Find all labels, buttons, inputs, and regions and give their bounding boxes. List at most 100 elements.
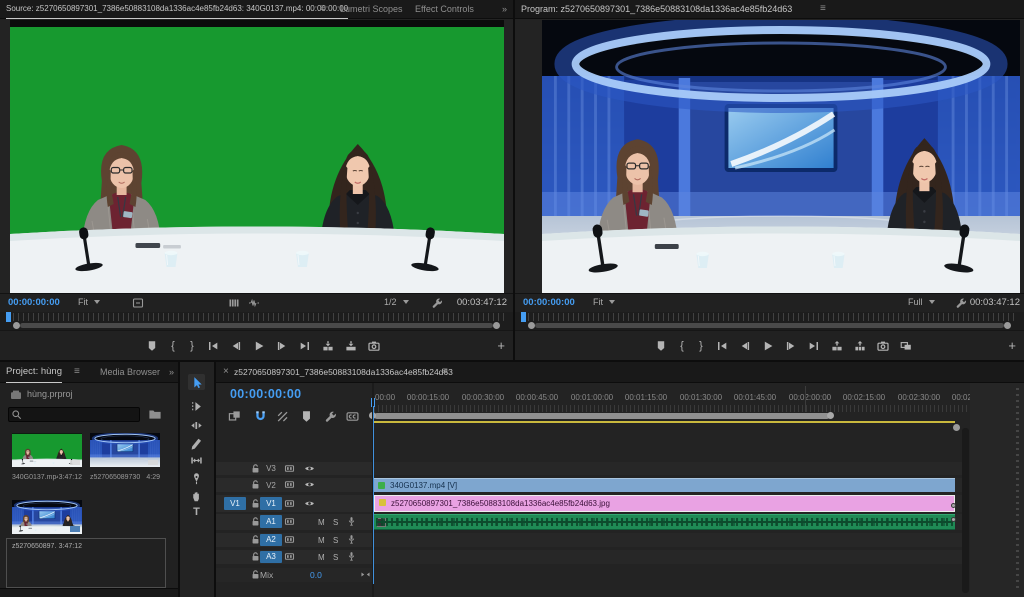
lift-icon[interactable] [831,340,843,352]
tab-source[interactable]: Source: z5270650897301_7386e50883108da13… [6,0,348,19]
step-back-icon[interactable] [230,340,242,352]
sync-lock-icon[interactable] [284,479,295,490]
sync-lock-icon[interactable] [284,463,295,474]
track-target-a3[interactable]: A3 [260,551,282,563]
tool-hand[interactable] [188,488,205,504]
snap-magnet-icon[interactable] [254,410,267,423]
timeline-zoom-scrollbar[interactable] [374,413,830,419]
program-zoom-select[interactable]: Fit [593,297,615,307]
timeline-ruler-ticks[interactable] [374,405,1020,412]
nest-toggle-icon[interactable] [228,410,241,423]
track-target-v1[interactable]: V1 [260,497,282,510]
tool-slip[interactable] [188,452,205,468]
eye-icon[interactable] [304,498,315,509]
tab-sequence[interactable]: z5270650897301_7386e50883108da1336ac4e85… [234,362,453,382]
timeline-panel-menu-icon[interactable]: ≡ [442,362,448,382]
source-tab-overflow-icon[interactable]: » [502,0,507,18]
program-zoom-handle-left[interactable] [528,322,535,329]
mute-button[interactable]: M [318,553,325,562]
overwrite-icon[interactable] [345,340,357,352]
mark-out-button[interactable]: } [697,340,705,352]
go-to-out-icon[interactable] [808,340,820,352]
timeline-settings-wrench-icon[interactable] [324,410,337,423]
mark-out-button[interactable]: } [188,340,196,352]
eye-icon[interactable] [304,463,315,474]
project-item-greenscreen[interactable] [12,433,82,467]
sync-lock-icon[interactable] [284,498,295,509]
tab-project[interactable]: Project: hùng [6,362,62,383]
source-timecode[interactable]: 00:00:00:00 [8,297,60,308]
solo-button[interactable]: S [333,553,338,562]
clip-v1-image[interactable]: z5270650897301_7386e50883108da1336ac4e85… [374,495,955,512]
solo-button[interactable]: S [333,518,338,527]
new-bin-folder-icon[interactable] [148,407,162,421]
program-playhead[interactable] [521,312,526,322]
extract-icon[interactable] [854,340,866,352]
linked-selection-icon[interactable] [276,410,289,423]
timeline-timecode[interactable]: 00:00:00:00 [230,387,301,401]
mic-icon[interactable] [346,551,357,562]
mark-in-button[interactable]: { [169,340,177,352]
step-back-icon[interactable] [739,340,751,352]
program-wrench-icon[interactable] [955,297,967,309]
track-name[interactable]: V3 [260,464,282,473]
track-content-a2[interactable] [374,533,962,547]
clip-edge-handle[interactable] [951,503,956,508]
timeline-zoom-handle-right[interactable] [827,412,834,419]
tab-media-browser[interactable]: Media Browser [100,362,160,382]
eye-icon[interactable] [304,479,315,490]
tool-track-select-forward[interactable] [188,398,205,414]
program-zoom-handle-right[interactable] [1004,322,1011,329]
project-item-studio[interactable] [90,433,160,467]
source-panel-menu-icon[interactable]: ≡ [320,0,326,18]
project-search-input[interactable] [8,407,140,422]
sync-lock-icon[interactable] [284,534,295,545]
project-item-label[interactable]: z5270650897301... 4:29 [90,474,160,481]
project-item-label[interactable]: 340G0137.mp4 3:47:12 [12,474,82,481]
program-playback-resolution-select[interactable]: Full [908,297,935,307]
tool-selection[interactable] [188,374,205,390]
go-to-in-icon[interactable] [716,340,728,352]
program-button-editor-add[interactable]: + [1008,338,1016,353]
panel-resize-grip[interactable] [1016,388,1019,591]
track-content-v3[interactable] [374,462,962,475]
keyframe-nav-icon[interactable] [360,569,371,580]
source-zoom-scrollbar[interactable] [20,323,493,328]
export-frame-icon[interactable] [877,340,889,352]
source-zoom-handle-left[interactable] [13,322,20,329]
mute-button[interactable]: M [318,518,325,527]
tool-type[interactable]: T [188,504,205,520]
clip-a1-audio[interactable] [374,514,955,530]
add-marker-icon[interactable] [655,340,667,352]
step-forward-icon[interactable] [785,340,797,352]
scroll-handle[interactable] [953,424,960,431]
drag-audio-only-icon[interactable] [248,297,260,309]
clip-edge-handle[interactable] [951,517,956,522]
tab-effect-controls[interactable]: Effect Controls [415,0,474,18]
source-ruler-strip[interactable] [0,312,513,330]
track-content-a3[interactable] [374,550,962,564]
clip-v2-video[interactable]: 340G0137.mp4 [V] [374,478,955,492]
source-zoom-handle-right[interactable] [493,322,500,329]
mic-icon[interactable] [346,516,357,527]
tab-lumetri-scopes[interactable]: Lumetri Scopes [340,0,403,18]
source-settings-icon[interactable] [132,297,144,309]
source-playback-resolution-select[interactable]: 1/2 [384,297,409,307]
comparison-view-icon[interactable] [900,340,912,352]
solo-button[interactable]: S [333,536,338,545]
project-item-sequence[interactable] [12,500,82,534]
play-icon[interactable] [253,340,265,352]
source-button-editor-add[interactable]: + [497,338,505,353]
program-panel-menu-icon[interactable]: ≡ [820,0,826,18]
tab-program[interactable]: Program: z5270650897301_7386e50883108da1… [521,0,792,18]
step-forward-icon[interactable] [276,340,288,352]
mic-icon[interactable] [346,534,357,545]
insert-icon[interactable] [322,340,334,352]
captions-icon[interactable] [346,410,359,423]
program-time-ruler[interactable] [523,313,1016,321]
timeline-vertical-scrollbar[interactable] [962,428,969,593]
sync-lock-icon[interactable] [284,516,295,527]
mix-level-value[interactable]: 0.0 [310,570,322,580]
source-wrench-icon[interactable] [431,297,443,309]
play-icon[interactable] [762,340,774,352]
